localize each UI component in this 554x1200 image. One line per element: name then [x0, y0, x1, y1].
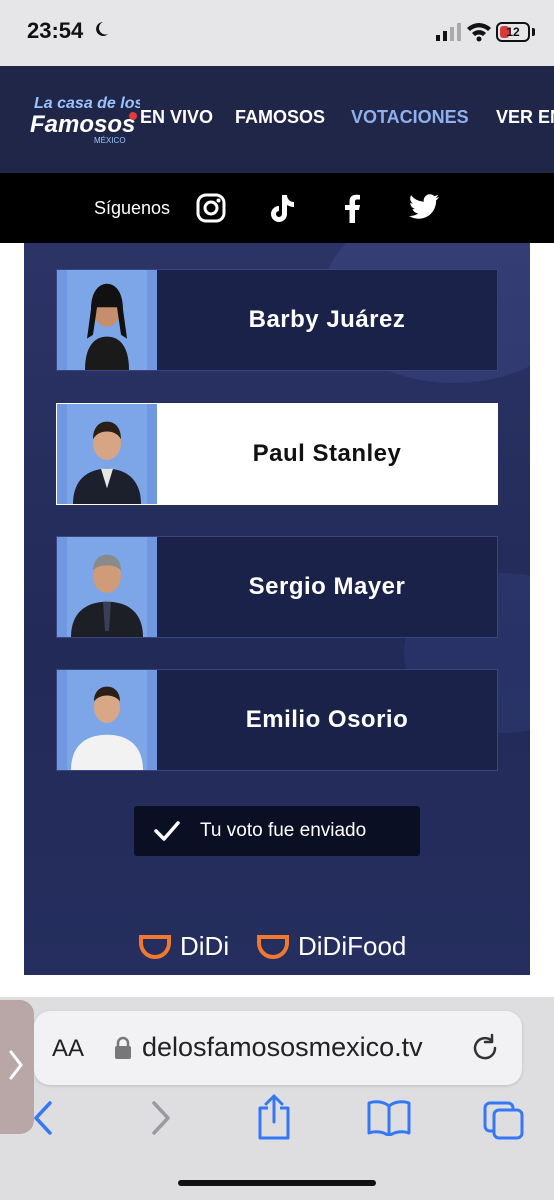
nav-ver-en[interactable]: VER EN: [496, 107, 554, 128]
battery-level: 12: [506, 25, 520, 39]
site-header: La casa de los Famosos MÉXICO EN VIVO FA…: [0, 66, 554, 173]
voting-panel: Barby Juárez Paul Stanley Sergio Mayer E…: [24, 243, 530, 975]
wifi-icon: [467, 23, 491, 42]
cellular-signal-icon: [436, 23, 461, 41]
candidate-card-paul-stanley[interactable]: Paul Stanley: [56, 403, 498, 505]
sponsor-didi-food-brand: DiDi: [298, 931, 348, 961]
instagram-icon[interactable]: [196, 193, 226, 223]
site-logo[interactable]: La casa de los Famosos MÉXICO: [28, 88, 140, 148]
sponsor-didi: DiDi: [180, 931, 230, 961]
candidate-photo: [57, 404, 157, 504]
candidate-name: Paul Stanley: [252, 440, 402, 467]
status-bar: 23:54 12: [0, 0, 554, 66]
status-time: 23:54: [27, 18, 84, 43]
candidate-card-emilio-osorio[interactable]: Emilio Osorio: [56, 669, 498, 771]
twitter-icon[interactable]: [408, 193, 440, 221]
follow-label: Síguenos: [94, 198, 171, 218]
candidate-name: Sergio Mayer: [248, 573, 406, 600]
chevron-right-icon: [9, 1050, 23, 1080]
nav-votaciones[interactable]: VOTACIONES: [351, 107, 469, 128]
vote-confirmation: Tu voto fue enviado: [134, 806, 420, 856]
battery-icon: 12: [496, 22, 530, 42]
svg-text:Famosos: Famosos: [30, 111, 135, 138]
reload-icon[interactable]: [470, 1033, 500, 1063]
svg-text:La casa de los: La casa de los: [34, 95, 140, 112]
didi-logo-icon: [139, 935, 171, 959]
svg-text:MÉXICO: MÉXICO: [94, 136, 126, 145]
didi-food-logo-icon: [257, 935, 289, 959]
nav-en-vivo[interactable]: EN VIVO: [140, 107, 213, 128]
tiktok-icon[interactable]: [268, 193, 296, 223]
candidate-photo: [57, 537, 157, 637]
candidate-name: Barby Juárez: [248, 306, 406, 333]
vote-confirmation-text: Tu voto fue enviado: [200, 820, 367, 841]
home-indicator: [178, 1180, 376, 1186]
tabs-icon[interactable]: [482, 1100, 526, 1140]
forward-icon[interactable]: [150, 1100, 172, 1136]
address-bar[interactable]: AA delosfamososmexico.tv: [34, 1011, 522, 1085]
checkmark-icon: [154, 821, 180, 841]
bookmarks-icon[interactable]: [366, 1100, 412, 1136]
facebook-icon[interactable]: [342, 193, 362, 223]
lock-icon: [115, 1036, 131, 1059]
moon-icon: [96, 22, 108, 36]
sponsor-didi-food-word: Food: [347, 931, 407, 961]
candidate-photo: [57, 270, 157, 370]
back-icon[interactable]: [32, 1100, 54, 1136]
candidate-card-sergio-mayer[interactable]: Sergio Mayer: [56, 536, 498, 638]
candidate-name: Emilio Osorio: [245, 706, 409, 733]
reader-options-button[interactable]: AA: [52, 1035, 84, 1063]
candidate-card-barby-juarez[interactable]: Barby Juárez: [56, 269, 498, 371]
sponsor-didi-food: DiDiFood: [298, 931, 406, 962]
candidate-photo: [57, 670, 157, 770]
tab-switcher-handle[interactable]: [0, 1000, 34, 1134]
nav-famosos[interactable]: FAMOSOS: [235, 107, 325, 128]
share-icon[interactable]: [254, 1094, 294, 1140]
url-text[interactable]: delosfamososmexico.tv: [142, 1032, 423, 1063]
